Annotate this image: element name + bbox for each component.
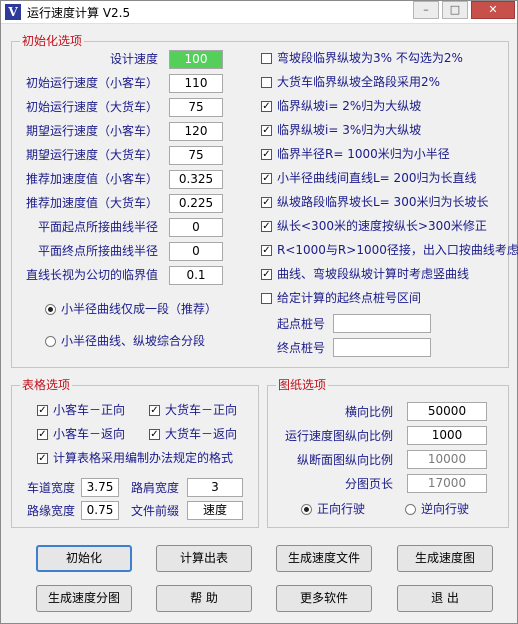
check-car-reverse-label: 小客车－返向 <box>53 427 126 441</box>
title-bar: V 运行速度计算 V2.5 – □ ✕ <box>1 1 517 24</box>
profile-v-scale-label: 纵断面图纵向比例 <box>296 453 393 467</box>
expect-speed-car-label: 期望运行速度（小客车） <box>25 124 158 138</box>
lane-width-input[interactable]: 3.75 <box>81 478 119 497</box>
start-station-input[interactable] <box>333 314 431 333</box>
init-speed-car-input[interactable]: 110 <box>169 74 223 93</box>
end-radius-input[interactable]: 0 <box>169 242 223 261</box>
check-car-forward-label: 小客车－正向 <box>53 403 126 417</box>
check-truck-forward-label: 大货车－正向 <box>165 403 238 417</box>
check-truck-slope-2[interactable] <box>261 77 272 88</box>
expect-speed-truck-input[interactable]: 75 <box>169 146 223 165</box>
check-radius-1000-label: 临界半径R= 1000米归为小半径 <box>277 147 450 161</box>
check-slope-2-steep[interactable]: ✓ <box>261 101 272 112</box>
page-length-input[interactable]: 17000 <box>407 474 487 493</box>
check-truck-slope-2-label: 大货车临界纵坡全路段采用2% <box>277 75 441 89</box>
h-scale-label: 横向比例 <box>344 405 393 419</box>
help-button[interactable]: 帮 助 <box>156 585 252 612</box>
gen-speed-file-button[interactable]: 生成速度文件 <box>276 545 372 572</box>
app-window: V 运行速度计算 V2.5 – □ ✕ 初始化选项 设计速度 100 初始运行速… <box>0 0 518 624</box>
start-radius-input[interactable]: 0 <box>169 218 223 237</box>
design-speed-label: 设计速度 <box>109 52 158 66</box>
check-truck-forward[interactable]: ✓ <box>149 405 160 416</box>
start-radius-label: 平面起点所接曲线半径 <box>37 220 158 234</box>
window-title: 运行速度计算 V2.5 <box>27 6 131 20</box>
start-station-label: 起点桩号 <box>277 317 326 331</box>
end-radius-label: 平面终点所接曲线半径 <box>37 244 158 258</box>
radio-forward-label: 正向行驶 <box>317 502 366 516</box>
calc-table-button[interactable]: 计算出表 <box>156 545 252 572</box>
radio-forward[interactable] <box>301 504 312 515</box>
gen-speed-chart-button[interactable]: 生成速度图 <box>397 545 493 572</box>
radio-combined-segment-label: 小半径曲线、纵坡综合分段 <box>61 334 206 348</box>
check-length-correction[interactable]: ✓ <box>261 221 272 232</box>
minimize-button[interactable]: – <box>413 1 439 19</box>
design-speed-input[interactable]: 100 <box>169 50 223 69</box>
check-station-range-label: 给定计算的起终点桩号区间 <box>277 291 422 305</box>
profile-v-scale-input[interactable]: 10000 <box>407 450 487 469</box>
check-slope-2-steep-label: 临界纵坡i= 2%归为大纵坡 <box>277 99 422 113</box>
table-options-title: 表格选项 <box>20 378 73 392</box>
radio-reverse[interactable] <box>405 504 416 515</box>
gen-speed-split-button[interactable]: 生成速度分图 <box>36 585 132 612</box>
check-slope-length-300-label: 纵坡路段临界坡长L= 300米归为长坡长 <box>277 195 489 209</box>
end-station-label: 终点桩号 <box>277 341 326 355</box>
radio-combined-segment[interactable] <box>45 336 56 347</box>
check-car-reverse[interactable]: ✓ <box>37 429 48 440</box>
check-slope-length-300[interactable]: ✓ <box>261 197 272 208</box>
check-radius-junction-label: R<1000与R>1000径接，出入口按曲线考虑 <box>277 243 518 257</box>
check-car-forward[interactable]: ✓ <box>37 405 48 416</box>
accel-car-input[interactable]: 0.325 <box>169 170 223 189</box>
accel-truck-input[interactable]: 0.225 <box>169 194 223 213</box>
check-vertical-curve-label: 曲线、弯坡段纵坡计算时考虑竖曲线 <box>277 267 470 281</box>
check-straight-200-label: 小半径曲线间直线L= 200归为长直线 <box>277 171 477 185</box>
close-button[interactable]: ✕ <box>471 1 515 19</box>
shoulder-width-input[interactable]: 3 <box>187 478 243 497</box>
check-station-range[interactable] <box>261 293 272 304</box>
init-speed-truck-label: 初始运行速度（大货车） <box>25 100 158 114</box>
curb-width-input[interactable]: 0.75 <box>81 501 119 520</box>
app-icon: V <box>5 4 21 20</box>
check-radius-1000[interactable]: ✓ <box>261 149 272 160</box>
file-prefix-input[interactable]: 速度 <box>187 501 243 520</box>
expect-speed-truck-label: 期望运行速度（大货车） <box>25 148 158 162</box>
check-truck-reverse[interactable]: ✓ <box>149 429 160 440</box>
speed-v-scale-input[interactable]: 1000 <box>407 426 487 445</box>
radio-single-segment-label: 小半径曲线仅成一段（推荐） <box>61 302 218 316</box>
check-length-correction-label: 纵长<300米的速度按纵长>300米修正 <box>277 219 487 233</box>
radio-reverse-label: 逆向行驶 <box>421 502 470 516</box>
tangent-threshold-input[interactable]: 0.1 <box>169 266 223 285</box>
shoulder-width-label: 路肩宽度 <box>131 481 180 495</box>
init-options-title: 初始化选项 <box>20 34 85 48</box>
check-vertical-curve[interactable]: ✓ <box>261 269 272 280</box>
maximize-button[interactable]: □ <box>442 1 468 19</box>
h-scale-input[interactable]: 50000 <box>407 402 487 421</box>
curb-width-label: 路缘宽度 <box>27 504 76 518</box>
lane-width-label: 车道宽度 <box>27 481 76 495</box>
check-standard-format-label: 计算表格采用编制办法规定的格式 <box>53 451 234 465</box>
page-length-label: 分图页长 <box>344 477 393 491</box>
end-station-input[interactable] <box>333 338 431 357</box>
init-speed-car-label: 初始运行速度（小客车） <box>25 76 158 90</box>
check-bend-slope-3[interactable] <box>261 53 272 64</box>
accel-car-label: 推荐加速度值（小客车） <box>25 172 158 186</box>
check-standard-format[interactable]: ✓ <box>37 453 48 464</box>
check-truck-reverse-label: 大货车－返向 <box>165 427 238 441</box>
more-software-button[interactable]: 更多软件 <box>276 585 372 612</box>
accel-truck-label: 推荐加速度值（大货车） <box>25 196 158 210</box>
radio-single-segment[interactable] <box>45 304 56 315</box>
check-bend-slope-3-label: 弯坡段临界纵坡为3% 不勾选为2% <box>277 51 463 65</box>
exit-button[interactable]: 退 出 <box>397 585 493 612</box>
check-straight-200[interactable]: ✓ <box>261 173 272 184</box>
init-speed-truck-input[interactable]: 75 <box>169 98 223 117</box>
speed-v-scale-label: 运行速度图纵向比例 <box>284 429 393 443</box>
drawing-options-title: 图纸选项 <box>276 378 329 392</box>
init-button[interactable]: 初始化 <box>36 545 132 572</box>
check-slope-3-steep[interactable]: ✓ <box>261 125 272 136</box>
check-slope-3-steep-label: 临界纵坡i= 3%归为大纵坡 <box>277 123 422 137</box>
check-radius-junction[interactable]: ✓ <box>261 245 272 256</box>
tangent-threshold-label: 直线长视为公切的临界值 <box>25 268 158 282</box>
expect-speed-car-input[interactable]: 120 <box>169 122 223 141</box>
file-prefix-label: 文件前缀 <box>131 504 180 518</box>
